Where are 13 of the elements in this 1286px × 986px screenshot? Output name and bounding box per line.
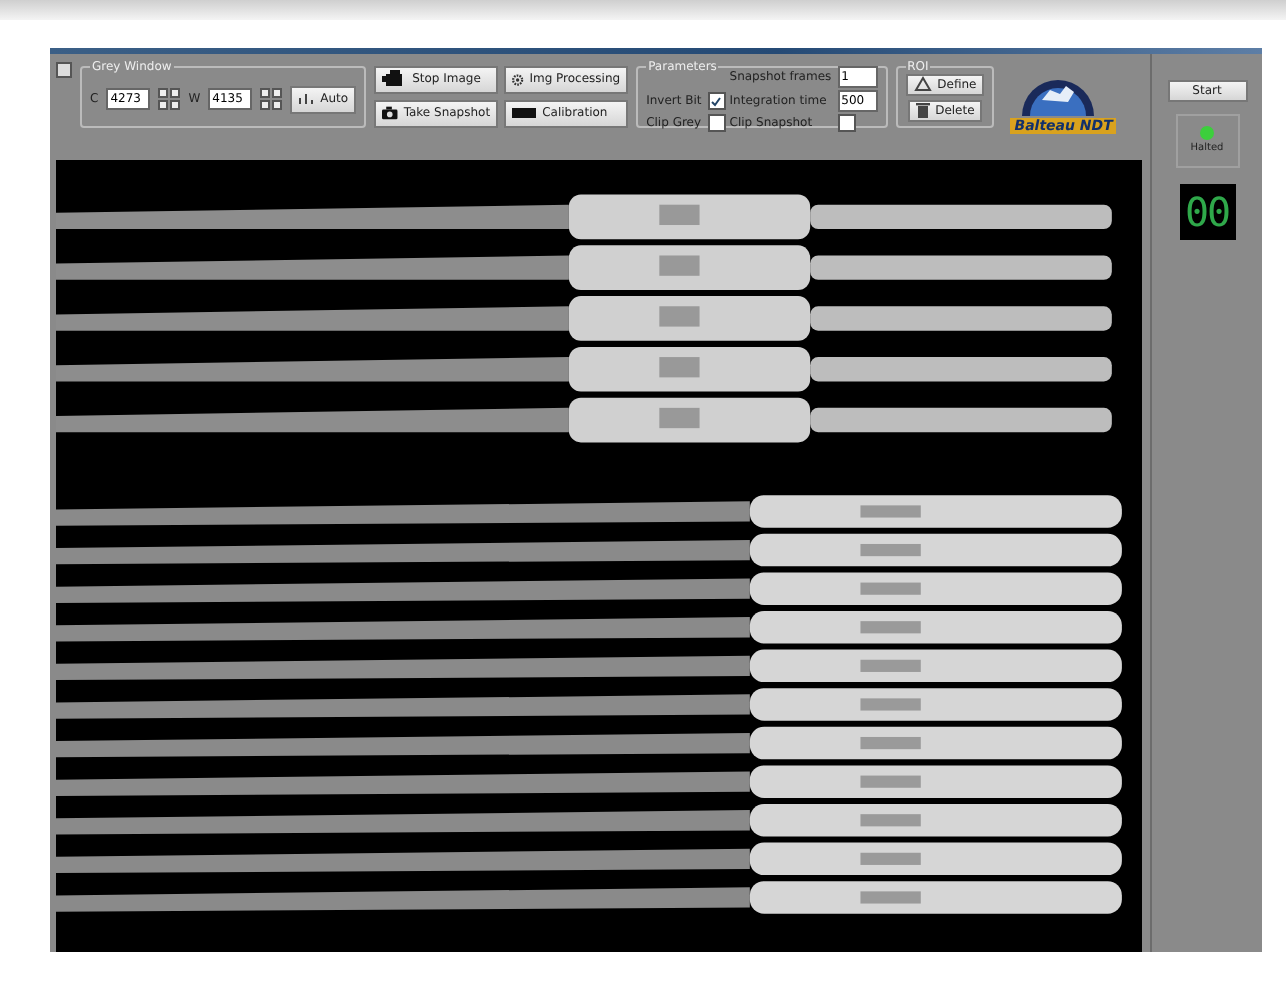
gear-icon [512,69,524,90]
checkbox[interactable] [707,114,726,133]
levels-icon [298,92,315,107]
region-icon [913,76,932,93]
trash-icon [915,102,930,119]
calibration-bar-icon [512,108,537,119]
collapse-button[interactable] [56,61,72,78]
camera-icon [382,104,398,123]
video-camera-icon [382,70,407,89]
checkbox[interactable] [837,114,856,133]
checkbox[interactable] [707,92,726,111]
globe-icon [1022,79,1095,116]
counter-display: 00 [1179,183,1235,240]
